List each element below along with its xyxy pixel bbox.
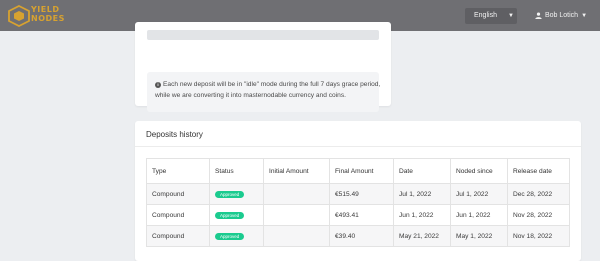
cell-date: Jun 1, 2022 (393, 204, 451, 226)
table-row: Compound Approved €493.41 Jun 1, 2022 Ju… (146, 204, 570, 226)
form-field-placeholder (147, 30, 379, 40)
cell-noded-since: Jul 1, 2022 (450, 183, 508, 205)
cell-status: Approved (209, 225, 264, 247)
brand-line-1: YIELD (31, 5, 60, 14)
cell-noded-since: May 1, 2022 (450, 225, 508, 247)
info-icon: i (155, 82, 161, 88)
cell-status: Approved (209, 183, 264, 205)
language-select[interactable]: English ▼ (465, 8, 517, 24)
chevron-down-icon: ▼ (581, 13, 588, 19)
language-value: English (474, 12, 497, 19)
cell-type: Compound (146, 183, 210, 205)
column-header-date[interactable]: Date (393, 158, 451, 184)
user-name: Bob Lotich (545, 12, 579, 19)
chevron-down-icon: ▼ (508, 13, 514, 19)
table-row: Compound Approved €39.40 May 21, 2022 Ma… (146, 225, 570, 247)
column-header-initial-amount[interactable]: Initial Amount (263, 158, 330, 184)
user-icon (535, 12, 542, 19)
cell-release-date: Nov 18, 2022 (507, 225, 570, 247)
column-header-final-amount[interactable]: Final Amount (329, 158, 394, 184)
cell-initial-amount (263, 225, 330, 247)
status-badge: Approved (215, 232, 245, 240)
cell-date: May 21, 2022 (393, 225, 451, 247)
column-header-release-date[interactable]: Release date (507, 158, 570, 184)
yield-nodes-logo-icon[interactable] (7, 5, 31, 27)
cell-date: Jul 1, 2022 (393, 183, 451, 205)
cell-status: Approved (209, 204, 264, 226)
cell-final-amount: €493.41 (329, 204, 394, 226)
column-header-type[interactable]: Type (146, 158, 210, 184)
cell-final-amount: €39.40 (329, 225, 394, 247)
divider (135, 146, 581, 147)
brand-name[interactable]: YIELD NODES (31, 5, 73, 23)
cell-initial-amount (263, 204, 330, 226)
cell-final-amount: €515.49 (329, 183, 394, 205)
column-header-noded-since[interactable]: Noded since (450, 158, 508, 184)
notice-message: Each new deposit will be in "idle" mode … (155, 81, 381, 99)
cell-type: Compound (146, 204, 210, 226)
idle-mode-notice: i Each new deposit will be in "idle" mode… (147, 72, 381, 112)
status-badge: Approved (215, 190, 245, 198)
column-header-status[interactable]: Status (209, 158, 264, 184)
brand-line-2: NODES (31, 14, 65, 23)
deposits-history-title: Deposits history (146, 130, 203, 139)
deposits-table: Type Status Initial Amount Final Amount … (146, 158, 570, 247)
cell-type: Compound (146, 225, 210, 247)
table-row: Compound Approved €515.49 Jul 1, 2022 Ju… (146, 183, 570, 205)
status-badge: Approved (215, 211, 245, 219)
cell-release-date: Nov 28, 2022 (507, 204, 570, 226)
cell-release-date: Dec 28, 2022 (507, 183, 570, 205)
table-header-row: Type Status Initial Amount Final Amount … (146, 158, 570, 184)
notice-text: i Each new deposit will be in "idle" mode… (155, 80, 381, 101)
cell-initial-amount (263, 183, 330, 205)
deposits-history-card: Deposits history Type Status Initial Amo… (135, 121, 581, 261)
cell-noded-since: Jun 1, 2022 (450, 204, 508, 226)
user-menu[interactable]: Bob Lotich ▼ (535, 9, 587, 23)
deposit-info-card: i Each new deposit will be in "idle" mode… (135, 22, 391, 112)
